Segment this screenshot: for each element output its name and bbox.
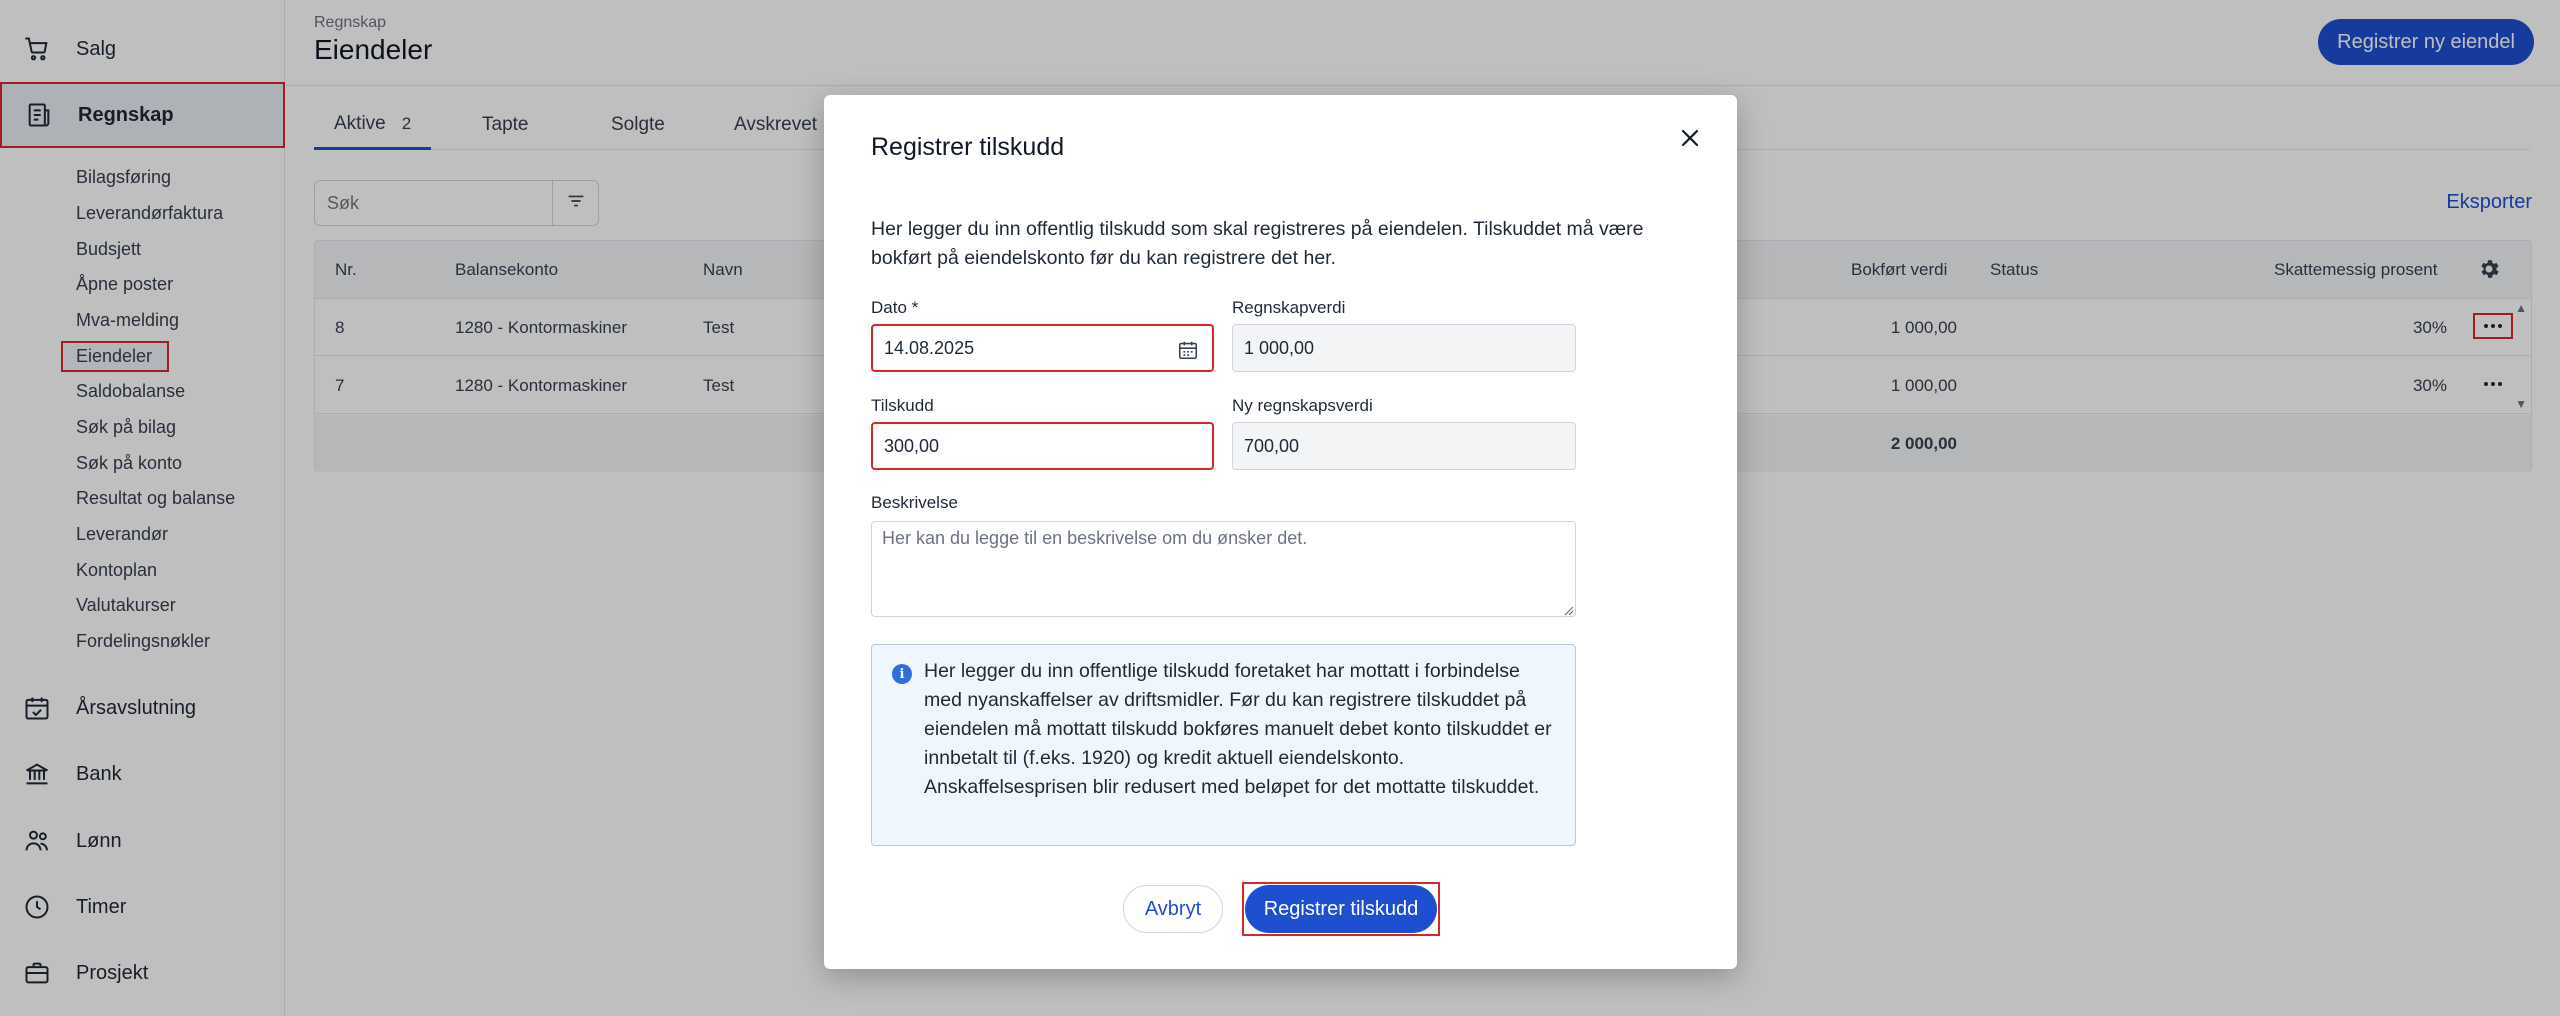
register-grant-dialog: Registrer tilskudd Her legger du inn off…	[824, 95, 1737, 969]
grant-amount-field[interactable]	[884, 424, 1212, 468]
close-button[interactable]	[1673, 123, 1707, 157]
dialog-title: Registrer tilskudd	[871, 133, 1065, 161]
grant-field-wrapper	[871, 422, 1214, 470]
book-value: 1 000,00	[1244, 337, 1315, 358]
book-value-field: 1 000,00	[1232, 324, 1576, 372]
cancel-button[interactable]: Avbryt	[1123, 885, 1223, 933]
info-icon: i	[892, 664, 912, 684]
dialog-intro: Her legger du inn offentlig tilskudd som…	[871, 218, 1644, 269]
grant-label: Tilskudd	[871, 396, 934, 415]
register-grant-button[interactable]: Registrer tilskudd	[1245, 885, 1437, 933]
description-label: Beskrivelse	[871, 493, 958, 512]
book-value-label: Regnskapverdi	[1232, 298, 1346, 317]
new-book-value-field: 700,00	[1232, 422, 1576, 470]
date-label: Dato *	[871, 298, 919, 317]
close-icon	[1680, 128, 1700, 153]
description-field[interactable]	[871, 521, 1576, 617]
new-book-value-label: Ny regnskapsverdi	[1232, 396, 1373, 415]
new-book-value: 700,00	[1244, 435, 1300, 456]
date-field-wrapper	[871, 324, 1214, 372]
resize-handle-icon[interactable]	[1562, 603, 1574, 616]
calendar-icon[interactable]	[1176, 338, 1200, 362]
info-text: Her legger du inn offentlige tilskudd fo…	[924, 660, 1552, 798]
date-field[interactable]	[884, 326, 1212, 370]
info-box: i Her legger du inn offentlige tilskudd …	[871, 644, 1576, 846]
submit-button-highlight: Registrer tilskudd	[1242, 882, 1440, 936]
